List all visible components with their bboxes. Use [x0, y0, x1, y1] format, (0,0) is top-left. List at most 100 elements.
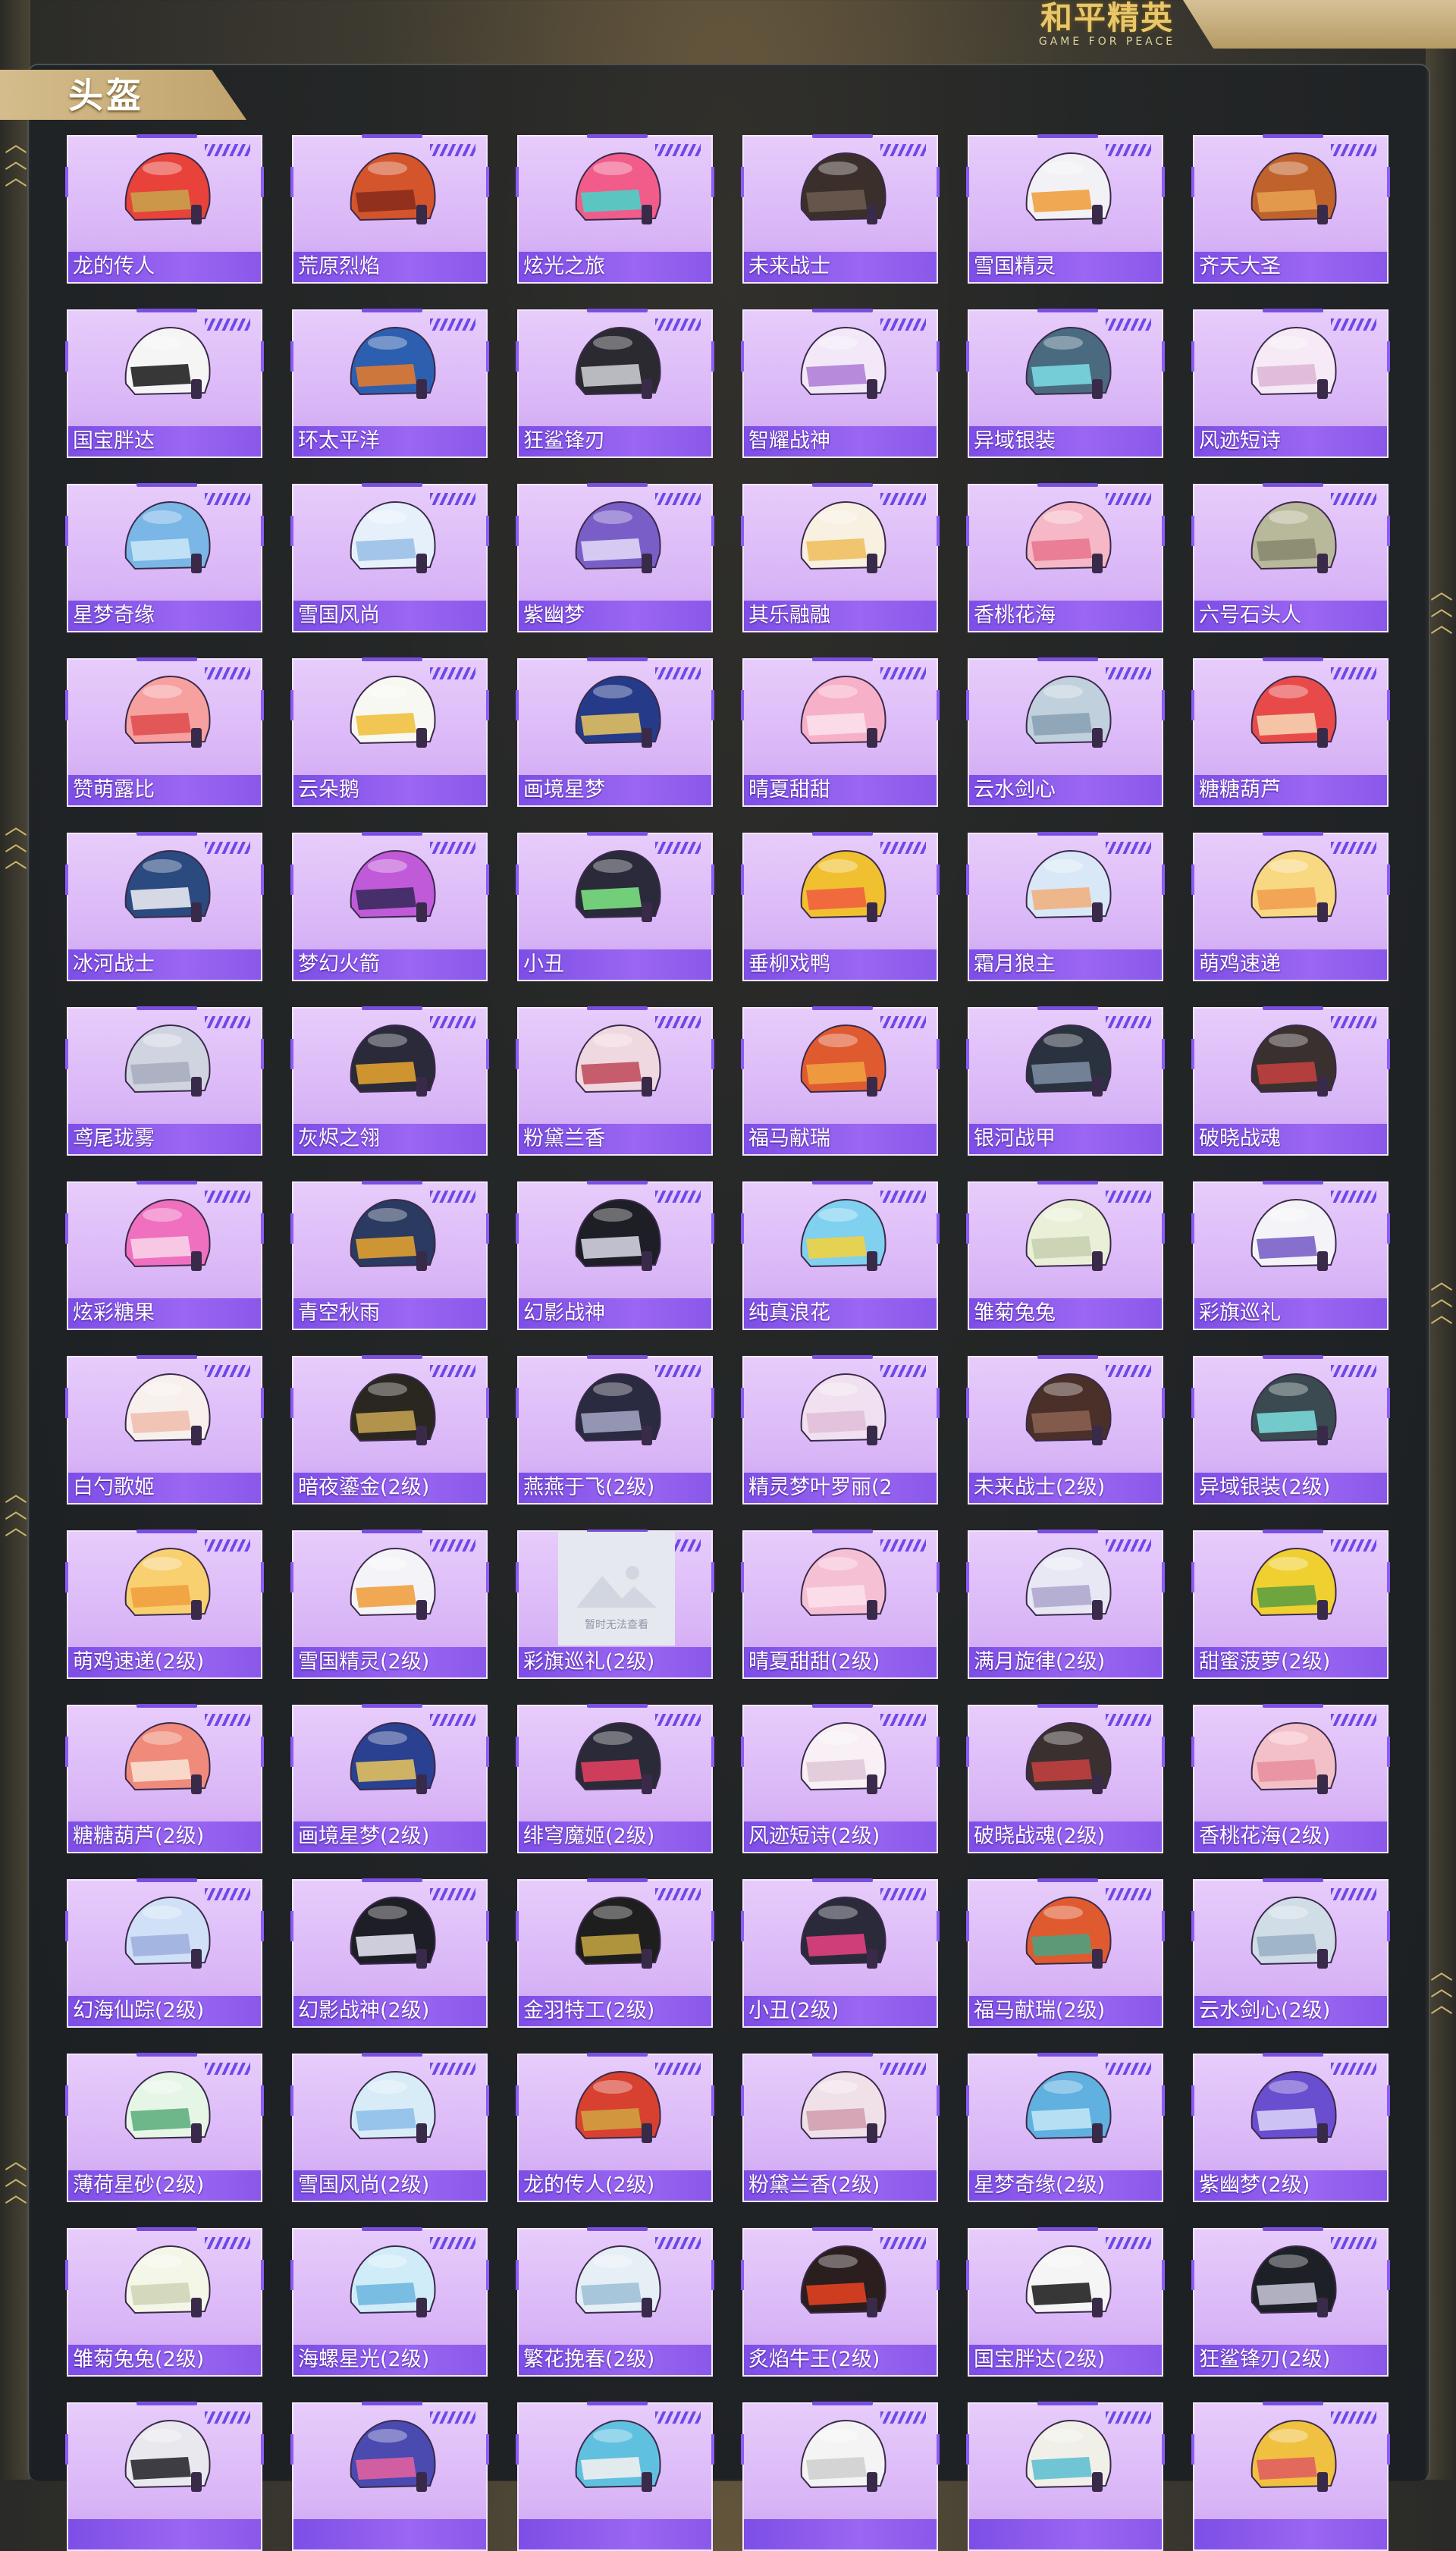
helmet-card[interactable]: 紫幽梦(2级): [1191, 2053, 1390, 2202]
helmet-card[interactable]: [516, 2402, 714, 2551]
helmet-card[interactable]: 鸢尾珑雾: [65, 1006, 264, 1156]
helmet-icon: [1025, 1721, 1112, 1794]
helmet-card[interactable]: 未来战士: [741, 134, 940, 284]
helmet-card[interactable]: 未来战士(2级): [966, 1355, 1165, 1505]
helmet-card[interactable]: 异域银装: [966, 309, 1165, 458]
helmet-icon: [350, 2245, 436, 2317]
helmet-name: 云水剑心: [974, 778, 1056, 802]
helmet-card[interactable]: [290, 2402, 489, 2551]
helmet-card[interactable]: [65, 2402, 264, 2551]
helmet-icon: [1250, 2070, 1337, 2143]
helmet-card[interactable]: 冰河战士: [65, 832, 264, 981]
helmet-card[interactable]: 晴夏甜甜(2级): [741, 1530, 940, 1679]
helmet-card[interactable]: 海螺星光(2级): [290, 2227, 489, 2377]
helmet-card[interactable]: 绯穹魔姬(2级): [516, 1704, 714, 1853]
card-top-accent: [1037, 1704, 1098, 1708]
helmet-card[interactable]: 风迹短诗: [1191, 309, 1390, 458]
helmet-card[interactable]: 萌鸡速递(2级): [65, 1530, 264, 1679]
helmet-card[interactable]: 雪国精灵(2级): [290, 1530, 489, 1679]
helmet-card[interactable]: 甜蜜菠萝(2级): [1191, 1530, 1390, 1679]
helmet-card[interactable]: 画境星梦: [516, 657, 714, 807]
helmet-card[interactable]: 风迹短诗(2级): [741, 1704, 940, 1853]
helmet-card[interactable]: [1191, 2402, 1390, 2551]
helmet-card[interactable]: 香桃花海: [966, 483, 1165, 632]
helmet-card[interactable]: 满月旋律(2级): [966, 1530, 1165, 1679]
card-top-accent: [1263, 2402, 1323, 2405]
helmet-card[interactable]: 狂鲨锋刃(2级): [1191, 2227, 1390, 2377]
helmet-card[interactable]: 炫彩糖果: [65, 1181, 264, 1330]
helmet-card[interactable]: 国宝胖达(2级): [966, 2227, 1165, 2377]
chevron-up-icon: ︿ ︿ ︿: [1430, 1269, 1453, 1329]
helmet-card[interactable]: 青空秋雨: [290, 1181, 489, 1330]
helmet-card[interactable]: 荒原烈焰: [290, 134, 489, 284]
helmet-card[interactable]: 白勺歌姬: [65, 1355, 264, 1505]
helmet-card[interactable]: 国宝胖达: [65, 309, 264, 458]
helmet-card[interactable]: 梦幻火箭: [290, 832, 489, 981]
helmet-card[interactable]: 赞萌露比: [65, 657, 264, 807]
helmet-card[interactable]: 画境星梦(2级): [290, 1704, 489, 1853]
helmet-card[interactable]: 繁花挽春(2级): [516, 2227, 714, 2377]
helmet-name: 薄荷星砂(2级): [73, 2173, 205, 2197]
helmet-name: 破晓战魂: [1199, 1127, 1281, 1150]
helmet-card[interactable]: 星梦奇缘(2级): [966, 2053, 1165, 2202]
helmet-card[interactable]: 云水剑心: [966, 657, 1165, 807]
helmet-card[interactable]: 银河战甲: [966, 1006, 1165, 1156]
helmet-card[interactable]: 小丑(2级): [741, 1878, 940, 2028]
helmet-card[interactable]: 薄荷星砂(2级): [65, 2053, 264, 2202]
helmet-card[interactable]: 纯真浪花: [741, 1181, 940, 1330]
helmet-card[interactable]: 破晓战魂(2级): [966, 1704, 1165, 1853]
helmet-name: 白勺歌姬: [73, 1476, 155, 1499]
helmet-card[interactable]: 彩旗巡礼: [1191, 1181, 1390, 1330]
helmet-card[interactable]: 雏菊兔兔: [966, 1181, 1165, 1330]
helmet-icon: [800, 2419, 886, 2492]
card-top-accent: [1263, 483, 1323, 487]
helmet-card[interactable]: 环太平洋: [290, 309, 489, 458]
helmet-name: 彩旗巡礼: [1199, 1301, 1281, 1325]
helmet-card[interactable]: 暂时无法查看 彩旗巡礼(2级): [516, 1530, 714, 1679]
helmet-card[interactable]: 燕燕于飞(2级): [516, 1355, 714, 1505]
helmet-card[interactable]: [741, 2402, 940, 2551]
helmet-card[interactable]: 粉黛兰香(2级): [741, 2053, 940, 2202]
helmet-card[interactable]: 紫幽梦: [516, 483, 714, 632]
helmet-card[interactable]: 雪国风尚(2级): [290, 2053, 489, 2202]
helmet-name: 萌鸡速递: [1199, 952, 1281, 976]
helmet-card[interactable]: 粉黛兰香: [516, 1006, 714, 1156]
helmet-card[interactable]: 炙焰牛王(2级): [741, 2227, 940, 2377]
helmet-name: 福马献瑞: [748, 1127, 830, 1150]
helmet-card[interactable]: 金羽特工(2级): [516, 1878, 714, 2028]
helmet-card[interactable]: 小丑: [516, 832, 714, 981]
helmet-card[interactable]: 暗夜鎏金(2级): [290, 1355, 489, 1505]
helmet-card[interactable]: 垂柳戏鸭: [741, 832, 940, 981]
helmet-card[interactable]: 糖糖葫芦(2级): [65, 1704, 264, 1853]
helmet-card[interactable]: 云水剑心(2级): [1191, 1878, 1390, 2028]
helmet-card[interactable]: 萌鸡速递: [1191, 832, 1390, 981]
helmet-card[interactable]: 六号石头人: [1191, 483, 1390, 632]
helmet-card[interactable]: 幻海仙踪(2级): [65, 1878, 264, 2028]
helmet-card[interactable]: 龙的传人: [65, 134, 264, 284]
helmet-card[interactable]: 其乐融融: [741, 483, 940, 632]
helmet-card[interactable]: 齐天大圣: [1191, 134, 1390, 284]
helmet-card[interactable]: 香桃花海(2级): [1191, 1704, 1390, 1853]
helmet-card[interactable]: 福马献瑞(2级): [966, 1878, 1165, 2028]
helmet-card[interactable]: 星梦奇缘: [65, 483, 264, 632]
helmet-card[interactable]: 灰烬之翎: [290, 1006, 489, 1156]
helmet-card[interactable]: 雏菊兔兔(2级): [65, 2227, 264, 2377]
helmet-card[interactable]: 雪国风尚: [290, 483, 489, 632]
helmet-card[interactable]: 炫光之旅: [516, 134, 714, 284]
helmet-card[interactable]: 智耀战神: [741, 309, 940, 458]
helmet-card[interactable]: 云朵鹅: [290, 657, 489, 807]
helmet-card[interactable]: 晴夏甜甜: [741, 657, 940, 807]
helmet-card[interactable]: 幻影战神(2级): [290, 1878, 489, 2028]
helmet-card[interactable]: 霜月狼主: [966, 832, 1165, 981]
helmet-card[interactable]: 福马献瑞: [741, 1006, 940, 1156]
helmet-card[interactable]: 异域银装(2级): [1191, 1355, 1390, 1505]
helmet-card[interactable]: 破晓战魂: [1191, 1006, 1390, 1156]
helmet-card[interactable]: 雪国精灵: [966, 134, 1165, 284]
helmet-icon: [1025, 1547, 1112, 1620]
helmet-card[interactable]: 糖糖葫芦: [1191, 657, 1390, 807]
helmet-card[interactable]: [966, 2402, 1165, 2551]
helmet-card[interactable]: 狂鲨锋刃: [516, 309, 714, 458]
helmet-card[interactable]: 龙的传人(2级): [516, 2053, 714, 2202]
helmet-card[interactable]: 精灵梦叶罗丽(2: [741, 1355, 940, 1505]
helmet-card[interactable]: 幻影战神: [516, 1181, 714, 1330]
